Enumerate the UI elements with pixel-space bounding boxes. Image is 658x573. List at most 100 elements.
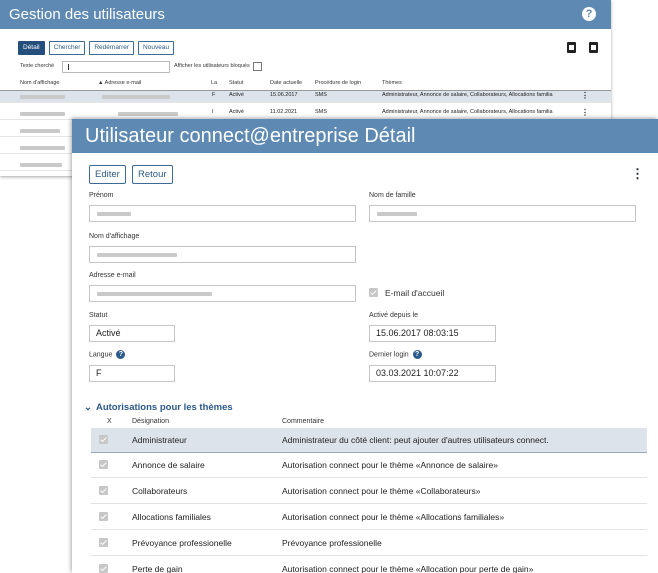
authorizations-section-toggle[interactable]: ⌄ Autorisations pour les thèmes [84,402,233,413]
authorization-comment: Autorisation connect pour le thème «Allo… [282,564,534,573]
pdf-export-icon[interactable] [567,42,576,53]
redacted-text [97,212,131,216]
authorization-row[interactable]: Prévoyance professionelle Prévoyance pro… [91,531,647,556]
authorization-row[interactable]: Collaborateurs Autorisation connect pour… [91,479,647,504]
search-label: Texte cherché [20,63,55,69]
authorization-name: Perte de gain [132,564,183,573]
users-table-header: Nom d'affichage ▲ Adresse e-mail La Stat… [0,79,611,91]
authorization-name: Administrateur [132,435,187,445]
last-name-label: Nom de famille [369,192,416,199]
row-menu-icon[interactable]: ⋮ [581,109,589,117]
row-procedure: SMS [315,109,327,115]
chevron-down-icon: ⌄ [84,402,92,413]
language-label: Langue [89,351,113,359]
redacted-text [377,212,417,216]
user-management-title-bar: Gestion des utilisateurs ? [0,0,611,29]
status-field[interactable]: Activé [89,325,175,342]
row-themes: Administrateur, Annonce de salaire, Coll… [382,92,553,98]
new-button[interactable]: Nouveau [138,41,175,55]
active-since-field[interactable]: 15.06.2017 08:03:15 [369,325,496,342]
user-detail-window: Utilisateur connect@entreprise Détail Ed… [72,119,658,573]
authorization-comment: Prévoyance professionelle [282,538,382,548]
search-input[interactable] [62,61,170,73]
row-date: 15.06.2017 [270,92,298,98]
row-menu-icon[interactable]: ⋮ [581,92,589,100]
display-name-label: Nom d'affichage [89,233,140,240]
detail-button[interactable]: Détail [18,41,45,55]
col-email[interactable]: ▲ Adresse e-mail [98,80,141,86]
email-welcome-checkbox[interactable] [369,288,378,297]
help-icon[interactable]: ? [116,350,126,359]
col-lang[interactable]: La [211,80,217,86]
col-status[interactable]: Statut [229,80,243,86]
authorization-checkbox[interactable] [99,512,108,521]
table-row[interactable]: F Activé 15.06.2017 SMS Administrateur, … [0,91,611,103]
user-detail-title: Utilisateur connect@entreprise Détail [72,119,658,153]
authorization-checkbox[interactable] [99,486,108,495]
redacted-text [97,292,212,296]
authorization-name: Collaborateurs [132,486,188,496]
last-login-label-wrap: Dernier login? [369,350,422,359]
authorization-row[interactable]: Perte de gain Autorisation connect pour … [91,557,647,573]
authorization-checkbox[interactable] [99,538,108,547]
redacted-text [118,112,178,116]
authorization-comment: Autorisation connect pour le thème «Allo… [282,512,505,522]
first-name-label: Prénom [89,192,114,199]
user-management-toolbar: Détail Chercher Redémarrer Nouveau [18,41,175,55]
authorization-comment: Autorisation connect pour le thème «Anno… [282,460,498,470]
help-icon[interactable]: ? [412,350,422,359]
authorization-row[interactable]: Annonce de salaire Autorisation connect … [91,453,647,478]
restart-button[interactable]: Redémarrer [89,41,135,55]
row-date: 11.02.2021 [270,109,298,115]
authorization-checkbox[interactable] [99,564,108,573]
row-status: Activé [229,109,244,115]
email-label: Adresse e-mail [89,272,136,279]
row-status: Activé [229,92,244,98]
authorization-name: Prévoyance professionelle [132,538,232,548]
language-label-wrap: Langue? [89,350,126,359]
email-field[interactable] [89,285,356,302]
more-options-icon[interactable]: ⋮ [631,167,644,180]
col-designation: Désignation [132,418,169,425]
col-display-name[interactable]: Nom d'affichage [20,80,59,86]
show-blocked-checkbox[interactable] [253,62,262,71]
redacted-text [102,95,170,99]
last-login-label: Dernier login [369,351,409,359]
row-lang: I [212,109,214,115]
row-lang: F [212,92,216,98]
status-label: Statut [89,312,108,319]
authorizations-title: Autorisations pour les thèmes [95,402,233,413]
last-name-field[interactable] [369,205,636,222]
authorization-checkbox[interactable] [99,460,108,469]
row-themes: Administrateur, Annonce de salaire, Coll… [382,109,553,115]
authorization-row[interactable]: Administrateur Administrateur du côté cl… [91,428,647,453]
col-login-procedure[interactable]: Procédure de login [315,80,361,86]
authorization-checkbox[interactable] [99,435,108,444]
col-themes[interactable]: Thèmes [382,80,402,86]
display-name-field[interactable] [89,246,356,263]
authorization-comment: Administrateur du côté client: peut ajou… [282,435,549,445]
first-name-field[interactable] [89,205,356,222]
authorization-name: Annonce de salaire [132,460,205,470]
search-button[interactable]: Chercher [48,41,86,55]
col-current-date[interactable]: Date actuelle [270,80,302,86]
edit-button[interactable]: Editer [89,165,126,184]
redacted-text [20,112,65,116]
active-since-label: Activé depuis le [369,312,419,319]
last-login-field[interactable]: 03.03.2021 10:07:22 [369,365,496,382]
back-button[interactable]: Retour [132,165,173,184]
col-x: X [107,418,112,425]
redacted-text [20,129,60,133]
language-field[interactable]: F [89,365,175,382]
user-management-title: Gestion des utilisateurs [9,6,165,23]
show-blocked-label: Afficher les utilisateurs bloqués [174,63,250,69]
email-welcome-label: E-mail d'accueil [385,288,445,298]
authorization-comment: Autorisation connect pour le thème «Coll… [282,486,481,496]
help-icon[interactable]: ? [582,7,596,21]
row-procedure: SMS [315,92,327,98]
redacted-text [97,253,177,257]
excel-export-icon[interactable] [589,42,598,53]
authorization-row[interactable]: Allocations familiales Autorisation conn… [91,505,647,530]
authorization-name: Allocations familiales [132,512,211,522]
redacted-text [20,163,62,167]
